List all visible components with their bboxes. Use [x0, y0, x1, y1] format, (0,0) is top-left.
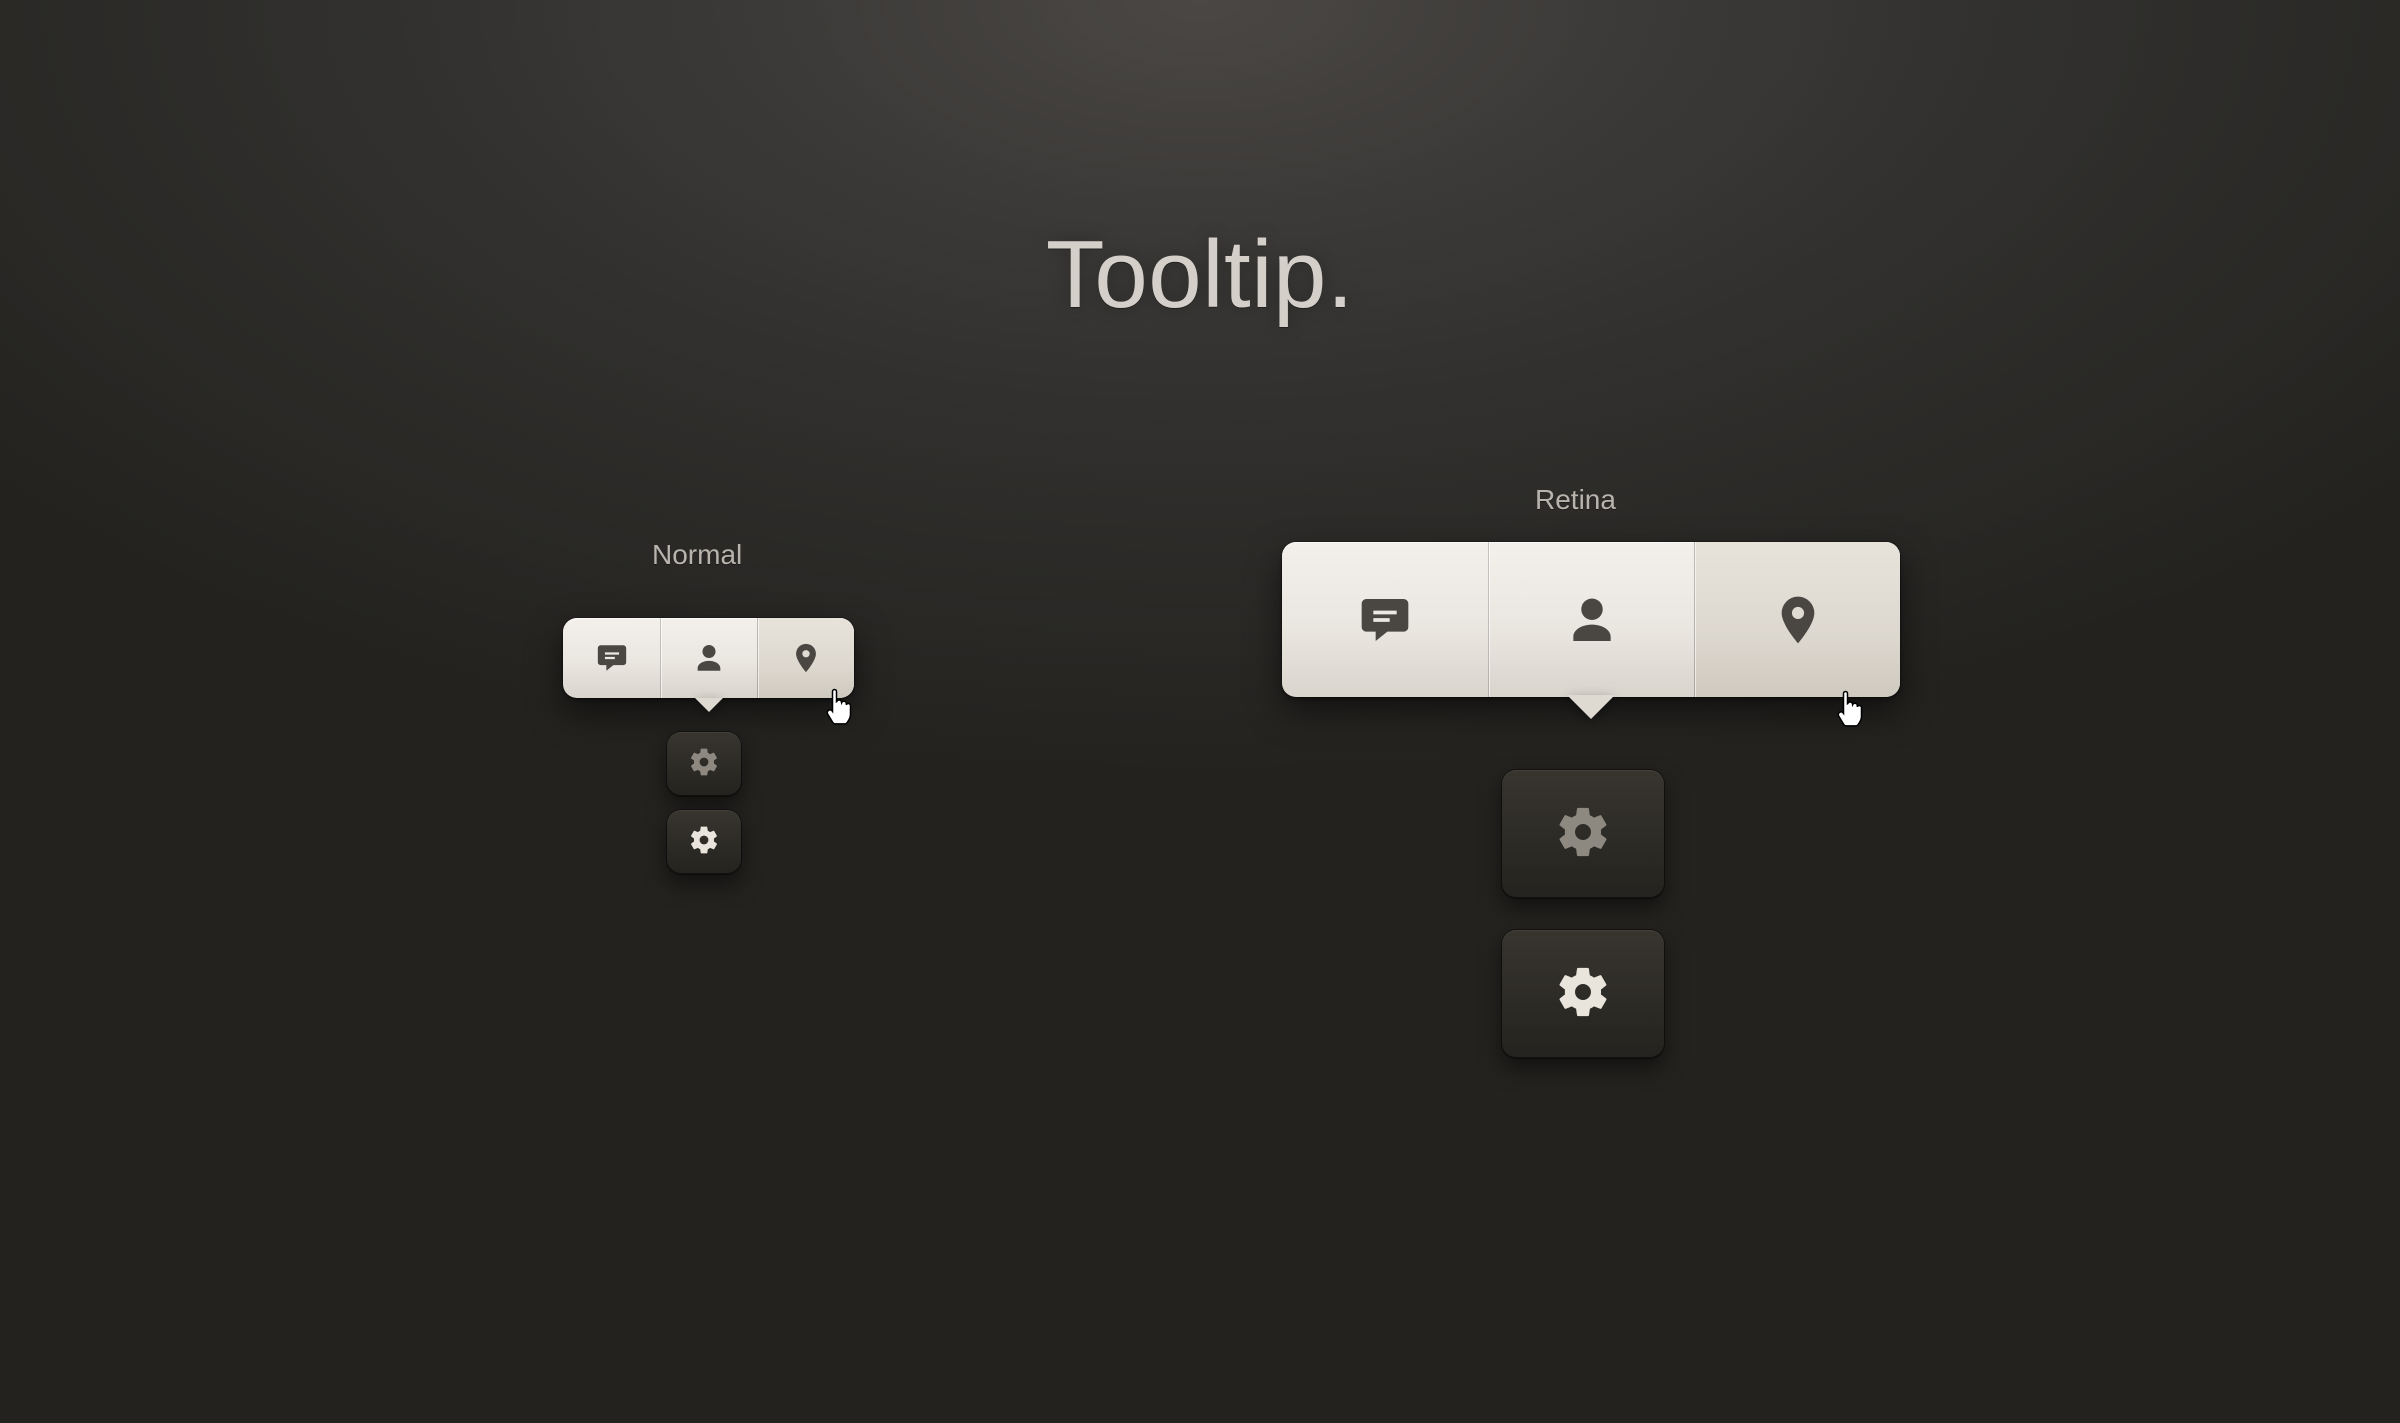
settings-button-normal[interactable] — [667, 810, 741, 874]
tooltip-action-user[interactable] — [660, 618, 757, 698]
page-title: Tooltip. — [1046, 220, 1354, 330]
tooltip-action-comment[interactable] — [1282, 542, 1488, 697]
tooltip-retina[interactable] — [1282, 542, 1900, 697]
tooltip-action-comment[interactable] — [563, 618, 660, 698]
comment-icon — [1357, 592, 1413, 648]
location-icon — [1770, 592, 1826, 648]
tooltip-action-location[interactable] — [1694, 542, 1900, 697]
tooltip-action-user[interactable] — [1488, 542, 1694, 697]
user-icon — [692, 641, 726, 675]
settings-button-retina-pressed[interactable] — [1502, 770, 1664, 898]
gear-icon — [1554, 963, 1612, 1026]
user-icon — [1564, 592, 1620, 648]
retina-label: Retina — [1535, 484, 1616, 516]
location-icon — [789, 641, 823, 675]
comment-icon — [595, 641, 629, 675]
tooltip-normal[interactable] — [563, 618, 854, 698]
settings-button-normal-pressed[interactable] — [667, 732, 741, 796]
gear-icon — [688, 824, 720, 861]
settings-button-retina[interactable] — [1502, 930, 1664, 1058]
gear-icon — [688, 746, 720, 783]
gear-icon — [1554, 803, 1612, 866]
normal-label: Normal — [652, 539, 742, 571]
tooltip-action-location[interactable] — [757, 618, 854, 698]
